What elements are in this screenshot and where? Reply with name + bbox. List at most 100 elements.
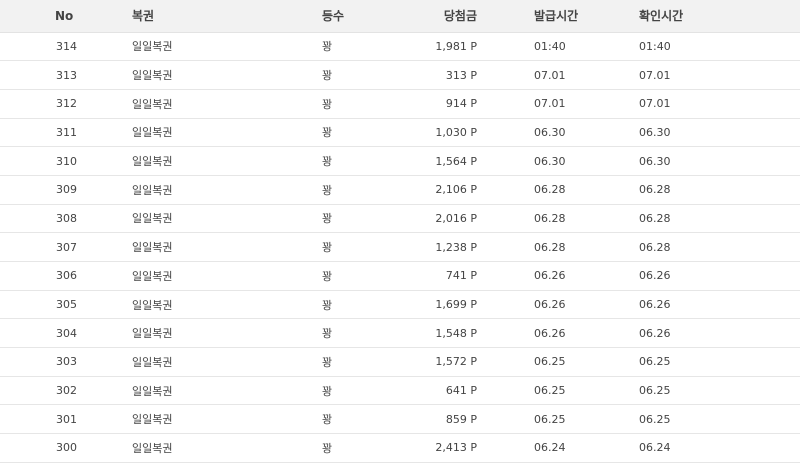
cell-prize: 1,572 P <box>416 347 489 377</box>
header-prize: 당첨금 <box>416 0 489 33</box>
cell-checked-time: 06.26 <box>621 318 800 349</box>
lottery-history-table: No 복권 등수 당첨금 발급시간 확인시간 314 일일복권 꽝 1,981 P 01… <box>0 0 800 463</box>
cell-checked-time: 06.28 <box>621 232 800 262</box>
cell-lottery-name: 일일복권 <box>130 175 306 205</box>
cell-issued-time: 06.30 <box>489 118 621 148</box>
table-row: 312 일일복권 꽝 914 P 07.01 07.01 <box>0 89 800 119</box>
cell-rank: 꽝 <box>306 204 416 234</box>
cell-no: 301 <box>0 404 130 435</box>
cell-lottery-name: 일일복권 <box>130 204 306 234</box>
cell-no: 311 <box>0 118 130 148</box>
cell-issued-time: 06.26 <box>489 261 621 291</box>
cell-rank: 꽝 <box>306 232 416 262</box>
cell-rank: 꽝 <box>306 175 416 205</box>
cell-rank: 꽝 <box>306 261 416 291</box>
cell-no: 313 <box>0 60 130 90</box>
cell-prize: 1,548 P <box>416 318 489 349</box>
cell-checked-time: 06.24 <box>621 433 800 463</box>
cell-checked-time: 06.25 <box>621 376 800 406</box>
cell-lottery-name: 일일복권 <box>130 376 306 406</box>
cell-checked-time: 01:40 <box>621 32 800 62</box>
cell-no: 306 <box>0 261 130 291</box>
cell-rank: 꽝 <box>306 318 416 349</box>
cell-prize: 741 P <box>416 261 489 291</box>
table-body: 314 일일복권 꽝 1,981 P 01:40 01:40 313 일일복권 꽝 313 P 07… <box>0 32 800 463</box>
cell-prize: 1,699 P <box>416 290 489 320</box>
cell-rank: 꽝 <box>306 347 416 377</box>
cell-lottery-name: 일일복권 <box>130 318 306 349</box>
header-no: No <box>0 0 130 33</box>
cell-issued-time: 06.26 <box>489 318 621 349</box>
table-row: 301 일일복권 꽝 859 P 06.25 06.25 <box>0 404 800 435</box>
cell-lottery-name: 일일복권 <box>130 232 306 262</box>
cell-rank: 꽝 <box>306 118 416 148</box>
cell-rank: 꽝 <box>306 89 416 119</box>
cell-checked-time: 07.01 <box>621 89 800 119</box>
cell-lottery-name: 일일복권 <box>130 60 306 90</box>
table-row: 314 일일복권 꽝 1,981 P 01:40 01:40 <box>0 32 800 62</box>
cell-no: 308 <box>0 204 130 234</box>
table-row: 311 일일복권 꽝 1,030 P 06.30 06.30 <box>0 118 800 148</box>
cell-issued-time: 06.30 <box>489 146 621 176</box>
cell-prize: 2,106 P <box>416 175 489 205</box>
cell-lottery-name: 일일복권 <box>130 261 306 291</box>
cell-rank: 꽝 <box>306 290 416 320</box>
cell-no: 314 <box>0 32 130 62</box>
header-issued-time: 발급시간 <box>489 0 621 33</box>
cell-lottery-name: 일일복권 <box>130 32 306 62</box>
table-row: 310 일일복권 꽝 1,564 P 06.30 06.30 <box>0 146 800 176</box>
cell-checked-time: 06.25 <box>621 404 800 435</box>
cell-prize: 859 P <box>416 404 489 435</box>
table-row: 306 일일복권 꽝 741 P 06.26 06.26 <box>0 261 800 291</box>
cell-rank: 꽝 <box>306 60 416 90</box>
table-row: 300 일일복권 꽝 2,413 P 06.24 06.24 <box>0 433 800 463</box>
cell-checked-time: 06.28 <box>621 175 800 205</box>
cell-issued-time: 06.26 <box>489 290 621 320</box>
cell-prize: 1,030 P <box>416 118 489 148</box>
cell-checked-time: 07.01 <box>621 60 800 90</box>
cell-rank: 꽝 <box>306 32 416 62</box>
cell-checked-time: 06.26 <box>621 290 800 320</box>
cell-no: 310 <box>0 146 130 176</box>
cell-lottery-name: 일일복권 <box>130 118 306 148</box>
cell-checked-time: 06.28 <box>621 204 800 234</box>
cell-no: 303 <box>0 347 130 377</box>
cell-prize: 1,238 P <box>416 232 489 262</box>
cell-prize: 2,016 P <box>416 204 489 234</box>
cell-lottery-name: 일일복권 <box>130 89 306 119</box>
cell-issued-time: 06.25 <box>489 404 621 435</box>
cell-no: 307 <box>0 232 130 262</box>
cell-prize: 2,413 P <box>416 433 489 463</box>
table-row: 305 일일복권 꽝 1,699 P 06.26 06.26 <box>0 290 800 320</box>
cell-issued-time: 01:40 <box>489 32 621 62</box>
table-row: 309 일일복권 꽝 2,106 P 06.28 06.28 <box>0 175 800 205</box>
cell-no: 309 <box>0 175 130 205</box>
cell-rank: 꽝 <box>306 146 416 176</box>
cell-lottery-name: 일일복권 <box>130 347 306 377</box>
cell-checked-time: 06.30 <box>621 146 800 176</box>
cell-issued-time: 06.25 <box>489 347 621 377</box>
cell-prize: 313 P <box>416 60 489 90</box>
cell-lottery-name: 일일복권 <box>130 404 306 435</box>
cell-prize: 914 P <box>416 89 489 119</box>
table-header-row: No 복권 등수 당첨금 발급시간 확인시간 <box>0 0 800 33</box>
cell-no: 312 <box>0 89 130 119</box>
cell-issued-time: 07.01 <box>489 89 621 119</box>
table-row: 308 일일복권 꽝 2,016 P 06.28 06.28 <box>0 204 800 234</box>
cell-checked-time: 06.26 <box>621 261 800 291</box>
table-row: 307 일일복권 꽝 1,238 P 06.28 06.28 <box>0 232 800 262</box>
cell-rank: 꽝 <box>306 376 416 406</box>
cell-lottery-name: 일일복권 <box>130 146 306 176</box>
cell-issued-time: 06.28 <box>489 232 621 262</box>
cell-issued-time: 06.28 <box>489 175 621 205</box>
cell-prize: 641 P <box>416 376 489 406</box>
cell-issued-time: 06.28 <box>489 204 621 234</box>
table-row: 304 일일복권 꽝 1,548 P 06.26 06.26 <box>0 318 800 349</box>
cell-no: 305 <box>0 290 130 320</box>
cell-lottery-name: 일일복권 <box>130 290 306 320</box>
table-row: 313 일일복권 꽝 313 P 07.01 07.01 <box>0 60 800 90</box>
header-lottery-name: 복권 <box>130 0 306 33</box>
table-header: No 복권 등수 당첨금 발급시간 확인시간 <box>0 0 800 33</box>
cell-lottery-name: 일일복권 <box>130 433 306 463</box>
table-row: 303 일일복권 꽝 1,572 P 06.25 06.25 <box>0 347 800 377</box>
